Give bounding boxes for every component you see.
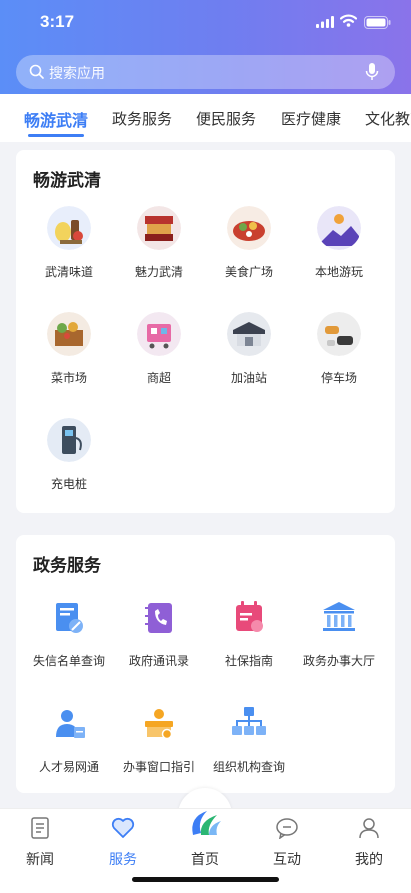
social-security-icon [236, 601, 263, 632]
grid-item-label: 商超 [146, 371, 171, 385]
home-logo-icon [192, 811, 221, 835]
tab-tour[interactable]: 畅游武清 [24, 107, 88, 131]
chat-bubble-icon [276, 818, 298, 840]
tabbar-item-mine[interactable]: 我的 [329, 817, 409, 869]
home-indicator [132, 877, 279, 882]
tabbar-label: 首页 [191, 852, 219, 868]
parking-icon [317, 312, 361, 356]
tour-card: 畅游武清 武清味道 魅力武清 美食广场 本地游玩 菜市场 商超 加油站 停车场 … [16, 150, 395, 513]
tabbar-item-home[interactable]: 首页 [165, 811, 245, 869]
battery-icon [364, 16, 391, 29]
org-chart-icon [232, 707, 266, 735]
grid-item-label: 武清味道 [44, 265, 93, 279]
grid-item-label: 美食广场 [224, 265, 273, 279]
grid-item-label: 人才易网通 [38, 760, 99, 774]
status-time: 3:17 [40, 12, 75, 31]
grid-item-label: 组织机构查询 [212, 760, 285, 774]
grid-item-label: 加油站 [230, 371, 267, 385]
search-placeholder[interactable]: 搜索应用 [49, 63, 105, 83]
grid-item-blacklist[interactable]: 失信名单查询 [24, 595, 114, 669]
gov-card: 政务服务 失信名单查询 政府通讯录 社保指南 政务办事大厅 人才易网通 办事窗口… [16, 535, 395, 793]
grid-item-food-taste[interactable]: 武清味道 [24, 206, 114, 280]
tabbar-label: 新闻 [26, 852, 54, 868]
tabbar-label: 服务 [109, 852, 137, 868]
gov-section-title: 政务服务 [33, 556, 101, 576]
talent-icon [56, 710, 85, 738]
grid-item-talent[interactable]: 人才易网通 [24, 701, 114, 775]
charging-pile-icon [47, 418, 91, 462]
food-taste-icon [47, 206, 91, 250]
tab-culture[interactable]: 文化教育 [365, 108, 411, 129]
gas-station-icon [227, 312, 271, 356]
grid-item-gas-station[interactable]: 加油站 [204, 312, 294, 386]
microphone-icon[interactable] [365, 62, 379, 82]
search-icon [29, 64, 44, 79]
grid-item-org-chart[interactable]: 组织机构查询 [204, 701, 294, 775]
tab-underline [28, 134, 84, 137]
grid-item-label: 菜市场 [50, 371, 87, 385]
grid-item-local-travel[interactable]: 本地游玩 [294, 206, 384, 280]
tabbar-label: 我的 [355, 852, 383, 868]
tour-section-title: 畅游武清 [33, 171, 101, 191]
blacklist-query-icon [56, 603, 83, 633]
local-travel-icon [317, 206, 361, 250]
grid-item-label: 政务办事大厅 [302, 654, 375, 668]
grid-item-parking[interactable]: 停车场 [294, 312, 384, 386]
grid-item-label: 停车场 [320, 371, 357, 385]
grid-item-label: 政府通讯录 [128, 654, 189, 668]
vegetable-market-icon [47, 312, 91, 356]
grid-item-vegetable-market[interactable]: 菜市场 [24, 312, 114, 386]
signal-icon [316, 16, 334, 28]
grid-item-charging-pile[interactable]: 充电桩 [24, 418, 114, 492]
grid-item-supermarket[interactable]: 商超 [114, 312, 204, 386]
search-bar[interactable]: 搜索应用 [16, 55, 395, 89]
grid-item-label: 失信名单查询 [32, 654, 105, 668]
tabbar-label: 互动 [273, 852, 301, 868]
status-bar: 3:17 [0, 12, 411, 34]
grid-item-gov-hall[interactable]: 政务办事大厅 [294, 595, 384, 669]
tabbar-item-interact[interactable]: 互动 [247, 817, 327, 869]
tab-health[interactable]: 医疗健康 [281, 108, 341, 129]
grid-item-label: 社保指南 [224, 654, 273, 668]
phonebook-icon [145, 603, 172, 633]
theater-icon [137, 206, 181, 250]
grid-item-label: 魅力武清 [134, 265, 183, 279]
header: 3:17 搜索应用 [0, 0, 411, 94]
wifi-icon [340, 14, 357, 27]
tab-gov[interactable]: 政务服务 [112, 108, 172, 129]
tabbar-item-news[interactable]: 新闻 [0, 817, 80, 869]
grid-item-phonebook[interactable]: 政府通讯录 [114, 595, 204, 669]
supermarket-icon [137, 312, 181, 356]
government-hall-icon [323, 602, 355, 631]
grid-item-label: 办事窗口指引 [122, 760, 195, 774]
service-window-icon [145, 709, 173, 740]
food-court-icon [227, 206, 271, 250]
tabbar-item-service[interactable]: 服务 [83, 817, 163, 869]
grid-item-food-court[interactable]: 美食广场 [204, 206, 294, 280]
tab-convenience[interactable]: 便民服务 [196, 108, 256, 129]
grid-item-label: 充电桩 [50, 477, 87, 491]
user-icon [359, 818, 379, 839]
grid-item-social-security[interactable]: 社保指南 [204, 595, 294, 669]
news-icon [31, 817, 49, 839]
category-tabs: 畅游武清 政务服务 便民服务 医疗健康 文化教育 [0, 94, 411, 142]
heart-icon [111, 817, 135, 838]
grid-item-charm[interactable]: 魅力武清 [114, 206, 204, 280]
grid-item-service-window[interactable]: 办事窗口指引 [114, 701, 204, 775]
grid-item-label: 本地游玩 [314, 265, 363, 279]
